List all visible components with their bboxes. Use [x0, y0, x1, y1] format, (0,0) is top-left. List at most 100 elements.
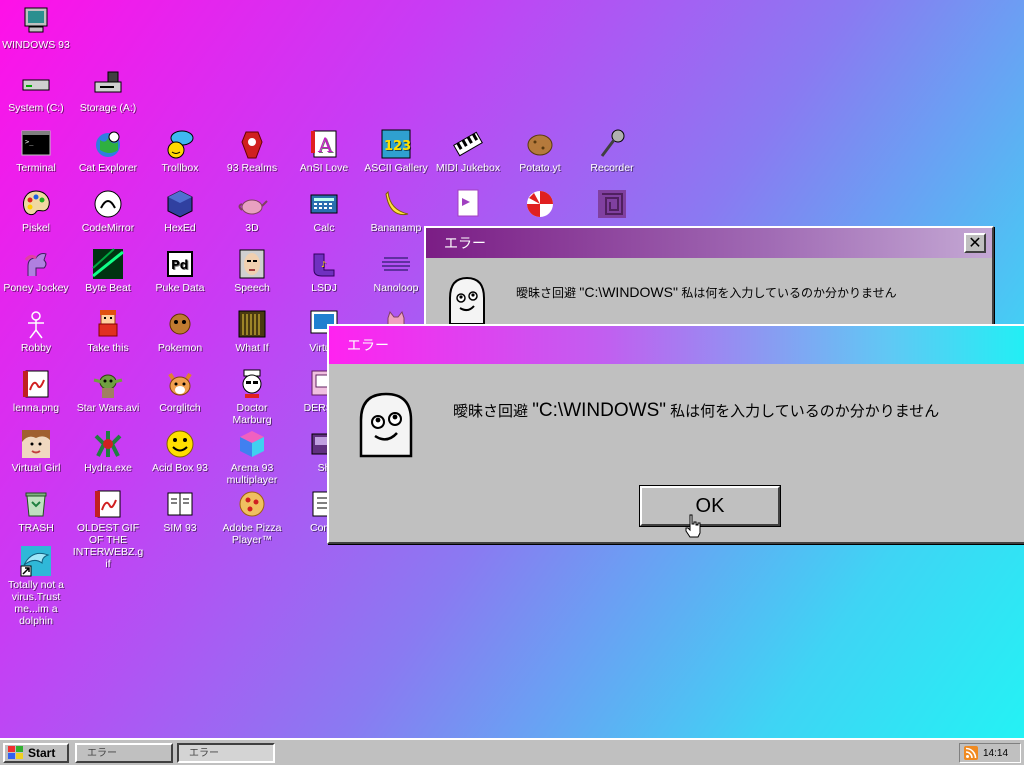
codemirror-icon — [94, 190, 122, 218]
desktop-icon-adobe-pizza-player[interactable]: Adobe Pizza Player™ — [216, 488, 288, 546]
desktop-icon-label: LSDJ — [311, 282, 337, 294]
error-dialog[interactable]: エラー 曖昧さ回避 "C:\WINDOWS" 私は何を入力しているのか分かりませ… — [327, 324, 1024, 544]
desktop-icon-recorder[interactable]: Recorder — [576, 128, 648, 174]
potato-icon — [527, 134, 553, 156]
ok-button[interactable]: OK — [640, 486, 780, 526]
dialog-message: 曖昧さ回避 "C:\WINDOWS" 私は何を入力しているのか分かりません — [453, 400, 939, 422]
desktop-icon-corglitch[interactable]: Corglitch — [144, 368, 216, 414]
desktop-icon-bananamp[interactable]: Bananamp — [360, 188, 432, 234]
desktop-icon-label: Bananamp — [370, 222, 422, 234]
dialog-titlebar[interactable]: エラー — [329, 326, 1024, 364]
desktop-icon-label: TRASH — [18, 522, 54, 534]
desktop-icon-speech[interactable]: Speech — [216, 248, 288, 294]
desktop-icon-take-this[interactable]: Take this — [72, 308, 144, 354]
puredata-icon: Pd — [167, 251, 193, 277]
hand-cursor-icon — [685, 514, 701, 538]
desktop-icon-93-realms[interactable]: 93 Realms — [216, 128, 288, 174]
desktop-icon-label: Pokemon — [157, 342, 203, 354]
desktop-icon-label: WINDOWS 93 — [2, 39, 70, 51]
piano-icon — [453, 131, 483, 157]
desktop-icon-potato-yt[interactable]: Potato.yt — [504, 128, 576, 174]
desktop-icon-trash[interactable]: TRASH — [0, 488, 72, 534]
desktop-icon-label: Terminal — [16, 162, 56, 174]
stickman-icon — [28, 311, 44, 339]
desktop-icon-lsdj[interactable]: ♪ LSDJ — [288, 248, 360, 294]
desktop-icon-piskel[interactable]: Piskel — [0, 188, 72, 234]
desktop-icon-label: 93 Realms — [226, 162, 278, 174]
microphone-icon — [600, 129, 625, 157]
desktop-icon-3d[interactable]: 3D — [216, 188, 288, 234]
rss-icon[interactable] — [964, 746, 978, 760]
lsdj-icon: ♪ — [313, 253, 335, 277]
start-button[interactable]: Start — [3, 743, 69, 763]
cd-icon — [457, 189, 479, 217]
desktop-icon-arena-93[interactable]: Arena 93 multiplayer — [216, 428, 288, 486]
ghost-icon — [449, 276, 485, 324]
svg-text:♪: ♪ — [321, 260, 326, 269]
taskbar-task-active[interactable]: エラー — [177, 743, 275, 763]
desktop-icon-label: MIDI Jukebox — [435, 162, 501, 174]
desktop-icon-acid-box-93[interactable]: Acid Box 93 — [144, 428, 216, 474]
desktop-icon-what-if[interactable]: What If — [216, 308, 288, 354]
corgi-icon — [168, 372, 192, 396]
desktop-icon-poney-jockey[interactable]: Poney Jockey — [0, 248, 72, 294]
dialog-title: エラー — [347, 337, 389, 353]
desktop-icon-windows93[interactable]: WINDOWS 93 — [0, 5, 72, 51]
desktop-icon-label: Robby — [20, 342, 52, 354]
realms-icon — [241, 131, 263, 159]
desktop-icon-star-wars[interactable]: Star Wars.avi — [72, 368, 144, 414]
face-icon — [239, 249, 265, 279]
dialog-title: エラー — [444, 235, 486, 251]
desktop-icon-storage-a[interactable]: Storage (A:) — [72, 68, 144, 114]
desktop-icon-puke-data[interactable]: Pd Puke Data — [144, 248, 216, 294]
desktop-icon-boing[interactable] — [504, 188, 576, 222]
close-button[interactable]: ✕ — [964, 233, 986, 253]
yoda-icon — [93, 374, 123, 398]
desktop-icon-hexed[interactable]: HexEd — [144, 188, 216, 234]
desktop-icon-label: Poney Jockey — [3, 282, 69, 294]
ball-icon — [527, 191, 553, 217]
desktop-icon-pokemon[interactable]: Pokemon — [144, 308, 216, 354]
desktop-icon-label: System (C:) — [8, 102, 64, 114]
desktop-icon-label: Take this — [87, 342, 129, 354]
desktop-icon-trollbox[interactable]: Trollbox — [144, 128, 216, 174]
smiley-icon — [166, 430, 194, 458]
desktop-icon-system-c[interactable]: System (C:) — [0, 68, 72, 114]
desktop-icon-nanoloop[interactable]: Nanoloop — [360, 248, 432, 294]
message-path: "C:\WINDOWS" — [579, 284, 678, 300]
desktop-icon-byte-beat[interactable]: Byte Beat — [72, 248, 144, 294]
desktop-icon-cat-explorer[interactable]: Cat Explorer — [72, 128, 144, 174]
desktop-icon-hydra-exe[interactable]: Hydra.exe — [72, 428, 144, 474]
globe-cat-icon — [96, 131, 120, 157]
desktop-icon-ansi-love[interactable]: A AnSI Love — [288, 128, 360, 174]
desktop-icon-codemirror[interactable]: CodeMirror — [72, 188, 144, 234]
desktop-icon-doctor-marburg[interactable]: Doctor Marburg — [216, 368, 288, 426]
desktop-icon-virtual-girl[interactable]: Virtual Girl — [0, 428, 72, 474]
gif-file-icon — [95, 490, 121, 518]
desktop-icon-cd-rom[interactable] — [432, 188, 504, 222]
svg-text:123: 123 — [384, 139, 411, 154]
desktop-icon-calc[interactable]: Calc — [288, 188, 360, 234]
error-dialog-background[interactable]: エラー ✕ 曖昧さ回避 "C:\WINDOWS" 私は何を入力しているのか分かり… — [424, 226, 994, 328]
message-prefix: 曖昧さ回避 — [516, 286, 577, 300]
desktop-icon-lenna-png[interactable]: lenna.png — [0, 368, 72, 414]
desktop-icon-maze[interactable] — [576, 188, 648, 222]
taskbar-task[interactable]: エラー — [75, 743, 173, 763]
desktop-icon-oldest-gif[interactable]: OLDEST GIF OF THE INTERWEBZ.gif — [72, 488, 144, 570]
desktop-icon-label: Totally not a virus.Trust me...im a dolp… — [7, 579, 65, 627]
desktop-icon-label: Cat Explorer — [78, 162, 138, 174]
desktop-icon-label: 3D — [245, 222, 259, 234]
taskbar-task-label: エラー — [189, 748, 219, 759]
calculator-icon — [310, 194, 338, 214]
desktop-icon-ascii-gallery[interactable]: 123 ASCII Gallery — [360, 128, 432, 174]
desktop-icon-label: SIM 93 — [163, 522, 197, 534]
dialog-titlebar[interactable]: エラー ✕ — [426, 228, 992, 258]
ghost-icon — [359, 392, 413, 458]
desktop-icon-label: HexEd — [164, 222, 196, 234]
desktop-icon-dolphin[interactable]: Totally not a virus.Trust me...im a dolp… — [0, 545, 72, 627]
desktop-icon-sim-93[interactable]: SIM 93 — [144, 488, 216, 534]
desktop-icon-midi-jukebox[interactable]: MIDI Jukebox — [432, 128, 504, 174]
desktop-icon-label: Calc — [313, 222, 335, 234]
desktop-icon-robby[interactable]: Robby — [0, 308, 72, 354]
desktop-icon-terminal[interactable]: >_ Terminal — [0, 128, 72, 174]
